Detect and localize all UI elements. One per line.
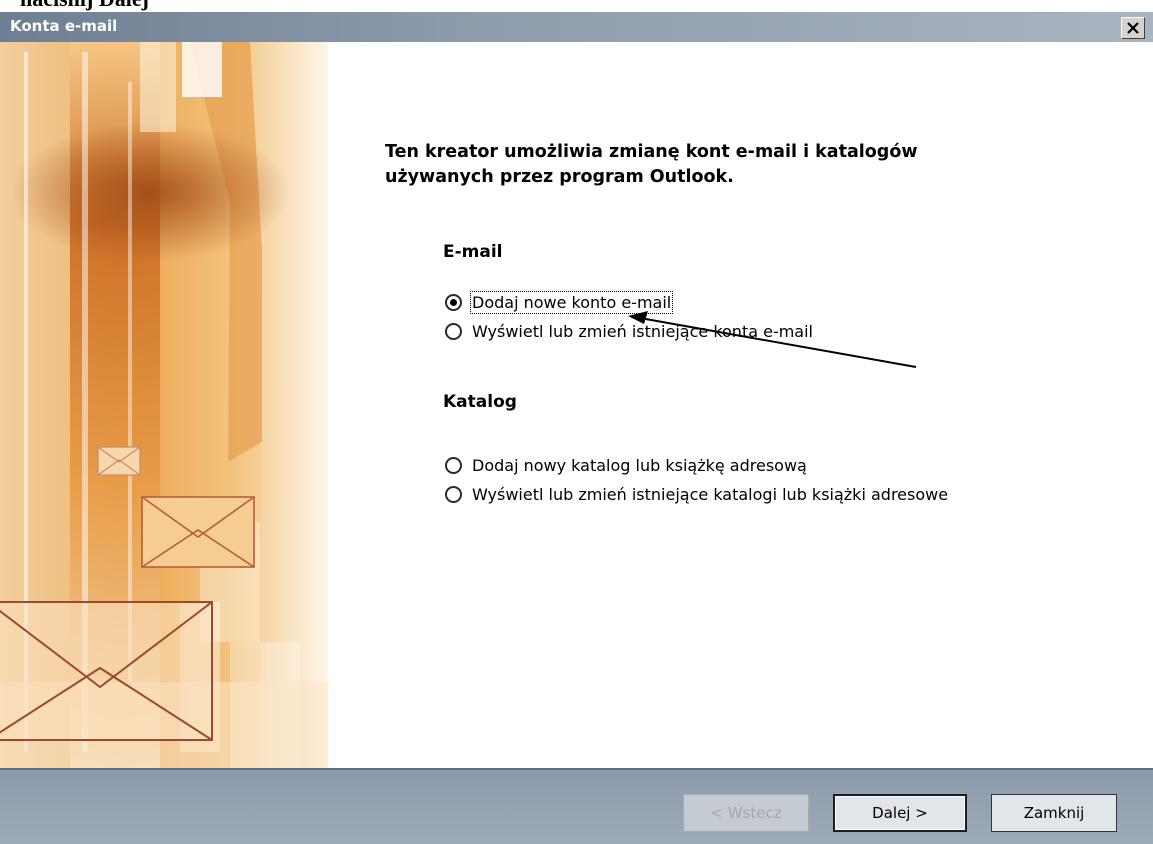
option-label: Dodaj nowe konto e-mail [469,290,674,314]
back-button[interactable]: < Wstecz [683,794,809,832]
close-button[interactable]: Zamknij [991,794,1117,832]
wizard-footer: < Wstecz Dalej > Zamknij [0,768,1153,844]
option-view-directories[interactable]: Wyświetl lub zmień istniejące katalogi l… [445,482,948,506]
wizard-sidebar-graphic [0,42,328,768]
option-label: Wyświetl lub zmień istniejące katalogi l… [472,484,949,504]
intro-text: Ten kreator umożliwia zmianę kont e-mail… [385,142,918,187]
radio-unselected[interactable] [445,456,462,474]
envelope-icon [97,446,141,476]
window-title: Konta e-mail [10,17,118,35]
option-add-directory[interactable]: Dodaj nowy katalog lub książkę adresową [445,453,807,477]
email-accounts-dialog: Konta e-mail Ten kreator umożliwia zmian… [0,12,1153,844]
radio-unselected[interactable] [445,322,462,340]
email-section-title: E-mail [443,242,503,262]
sidebar-illustration [0,42,328,768]
envelope-icon [141,496,255,568]
radio-selected[interactable] [445,293,462,311]
option-add-email-account[interactable]: Dodaj nowe konto e-mail [445,290,674,314]
title-bar: Konta e-mail [0,12,1153,42]
directory-section-title: Katalog [443,392,517,412]
option-label: Dodaj nowy katalog lub książkę adresową [472,455,807,475]
next-button[interactable]: Dalej > [833,794,967,832]
radio-unselected[interactable] [445,485,462,503]
close-window-button[interactable] [1121,17,1145,39]
wizard-content: Ten kreator umożliwia zmianę kont e-mail… [328,42,1153,768]
option-view-email-accounts[interactable]: Wyświetl lub zmień istniejące konta e-ma… [445,319,813,343]
document-caption: naciśnij Dalej [20,0,149,11]
close-icon [1127,22,1139,34]
envelope-icon [0,601,213,741]
option-label: Wyświetl lub zmień istniejące konta e-ma… [472,321,813,341]
